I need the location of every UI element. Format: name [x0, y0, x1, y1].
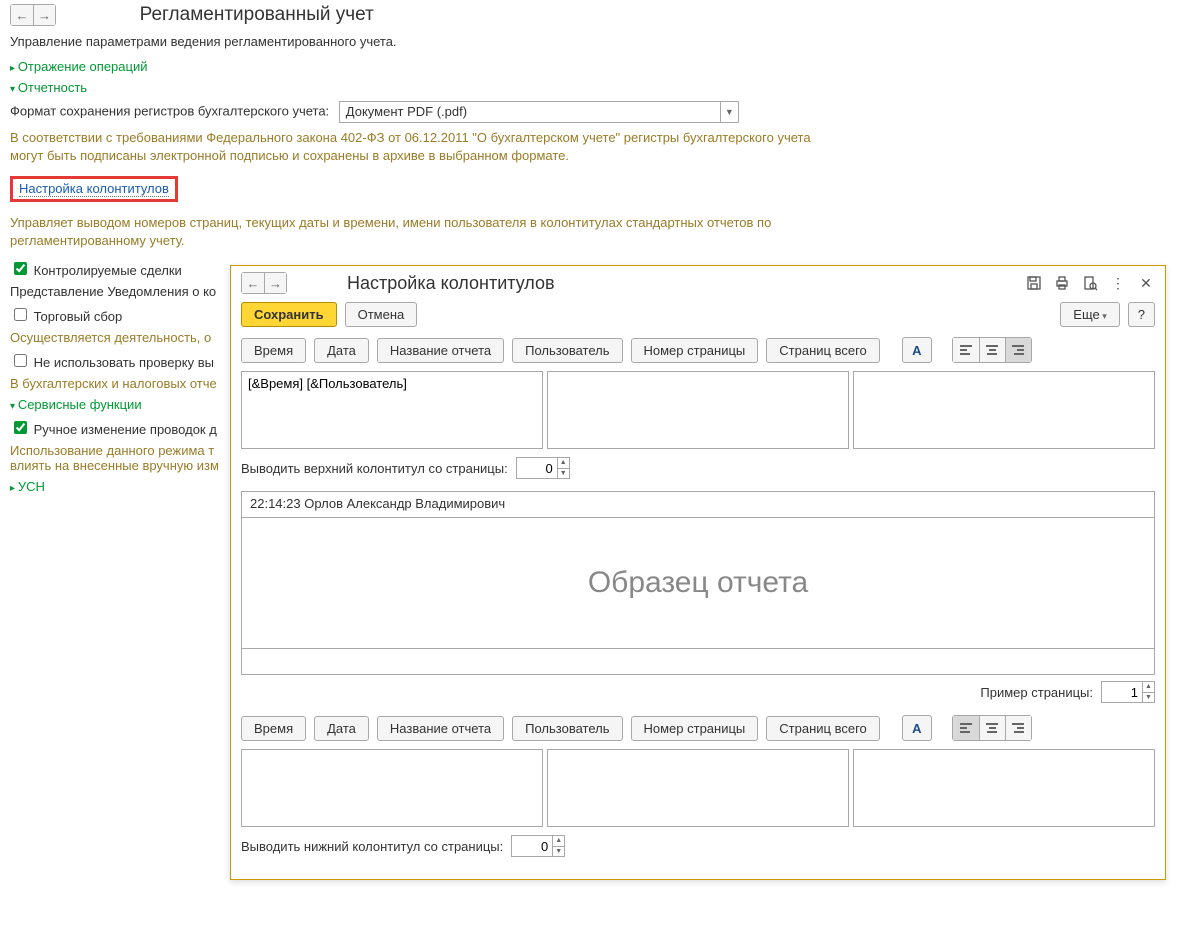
align-left-top[interactable]: [953, 338, 979, 362]
close-icon[interactable]: ✕: [1137, 274, 1155, 292]
nav-forward-button[interactable]: →: [33, 5, 55, 25]
law-info-text: В соответствии с требованиями Федерально…: [10, 129, 830, 164]
token-total-top[interactable]: Страниц всего: [766, 338, 879, 363]
controlled-deals-checkbox[interactable]: Контролируемые сделки: [10, 263, 182, 278]
bot-pager-label: Выводить нижний колонтитул со страницы:: [241, 839, 503, 854]
align-center-top[interactable]: [979, 338, 1005, 362]
top-pager-label: Выводить верхний колонтитул со страницы:: [241, 461, 508, 476]
align-center-bot[interactable]: [979, 716, 1005, 740]
preview-body-text: Образец отчета: [242, 518, 1154, 648]
header-left-input[interactable]: [241, 371, 543, 449]
token-date-top[interactable]: Дата: [314, 338, 369, 363]
footer-right-input[interactable]: [853, 749, 1155, 827]
preview-icon[interactable]: [1081, 274, 1099, 292]
bot-pager-value[interactable]: [512, 836, 552, 856]
manual-edit-checkbox[interactable]: Ручное изменение проводок д: [10, 422, 217, 437]
page-subtitle: Управление параметрами ведения регламент…: [10, 34, 1167, 49]
header-center-input[interactable]: [547, 371, 849, 449]
preview-header-text: 22:14:23 Орлов Александр Владимирович: [242, 492, 1154, 518]
format-dropdown[interactable]: Документ PDF (.pdf) ▼: [339, 101, 739, 123]
section-operations[interactable]: Отражение операций: [10, 59, 1167, 74]
top-pager-value[interactable]: [517, 458, 557, 478]
token-report-bot[interactable]: Название отчета: [377, 716, 504, 741]
token-total-bot[interactable]: Страниц всего: [766, 716, 879, 741]
spinner-down-icon[interactable]: ▼: [1143, 692, 1154, 703]
nav-back-button[interactable]: ←: [11, 5, 33, 25]
token-user-bot[interactable]: Пользователь: [512, 716, 622, 741]
noverify-checkbox[interactable]: Не использовать проверку вы: [10, 355, 214, 370]
dlg-nav-forward[interactable]: →: [264, 273, 286, 293]
sample-page-label: Пример страницы:: [980, 685, 1093, 700]
spinner-down-icon[interactable]: ▼: [553, 846, 564, 857]
align-group-top: [952, 337, 1032, 363]
top-pager-spinner[interactable]: ▲▼: [516, 457, 570, 479]
print-icon[interactable]: [1053, 274, 1071, 292]
header-right-input[interactable]: [853, 371, 1155, 449]
dlg-nav-back[interactable]: ←: [242, 273, 264, 293]
help-button[interactable]: ?: [1128, 302, 1155, 327]
token-user-top[interactable]: Пользователь: [512, 338, 622, 363]
footer-left-input[interactable]: [241, 749, 543, 827]
token-time-bot[interactable]: Время: [241, 716, 306, 741]
spinner-up-icon[interactable]: ▲: [553, 836, 564, 846]
font-button-top[interactable]: A: [902, 337, 932, 363]
controlled-deals-label: Контролируемые сделки: [34, 263, 182, 278]
format-label: Формат сохранения регистров бухгалтерско…: [10, 103, 329, 118]
token-date-bot[interactable]: Дата: [314, 716, 369, 741]
save-button[interactable]: Сохранить: [241, 302, 337, 327]
bot-pager-spinner[interactable]: ▲▼: [511, 835, 565, 857]
align-right-top[interactable]: [1005, 338, 1031, 362]
section-reports[interactable]: Отчетность: [10, 80, 1167, 95]
more-button[interactable]: Еще: [1060, 302, 1119, 327]
token-page-bot[interactable]: Номер страницы: [631, 716, 759, 741]
headers-desc-text: Управляет выводом номеров страниц, текущ…: [10, 214, 830, 249]
kebab-menu-icon[interactable]: ⋮: [1109, 274, 1127, 292]
cancel-button[interactable]: Отмена: [345, 302, 418, 327]
align-left-bot[interactable]: [953, 716, 979, 740]
preview-box: 22:14:23 Орлов Александр Владимирович Об…: [241, 491, 1155, 675]
manual-edit-label: Ручное изменение проводок д: [34, 422, 217, 437]
trade-fee-checkbox[interactable]: Торговый сбор: [10, 309, 122, 324]
sample-page-value[interactable]: [1102, 682, 1142, 702]
token-time-top[interactable]: Время: [241, 338, 306, 363]
sample-page-spinner[interactable]: ▲▼: [1101, 681, 1155, 703]
chevron-down-icon: ▼: [720, 102, 738, 122]
headers-settings-link[interactable]: Настройка колонтитулов: [19, 181, 169, 197]
spinner-up-icon[interactable]: ▲: [1143, 682, 1154, 692]
format-value: Документ PDF (.pdf): [340, 102, 720, 122]
spinner-up-icon[interactable]: ▲: [558, 458, 569, 468]
headers-dialog: ← → Настройка колонтитулов ⋮ ✕ Сохранить…: [230, 265, 1166, 880]
footer-center-input[interactable]: [547, 749, 849, 827]
spinner-down-icon[interactable]: ▼: [558, 468, 569, 479]
save-icon[interactable]: [1025, 274, 1043, 292]
font-button-bot[interactable]: A: [902, 715, 932, 741]
page-title: Регламентированный учет: [140, 4, 374, 26]
token-report-top[interactable]: Название отчета: [377, 338, 504, 363]
dialog-title: Настройка колонтитулов: [347, 273, 555, 294]
align-group-bot: [952, 715, 1032, 741]
align-right-bot[interactable]: [1005, 716, 1031, 740]
preview-footer-area: [242, 648, 1154, 674]
highlight-headers-link: Настройка колонтитулов: [10, 176, 178, 202]
token-page-top[interactable]: Номер страницы: [631, 338, 759, 363]
trade-fee-label: Торговый сбор: [34, 309, 123, 324]
noverify-label: Не использовать проверку вы: [34, 355, 214, 370]
